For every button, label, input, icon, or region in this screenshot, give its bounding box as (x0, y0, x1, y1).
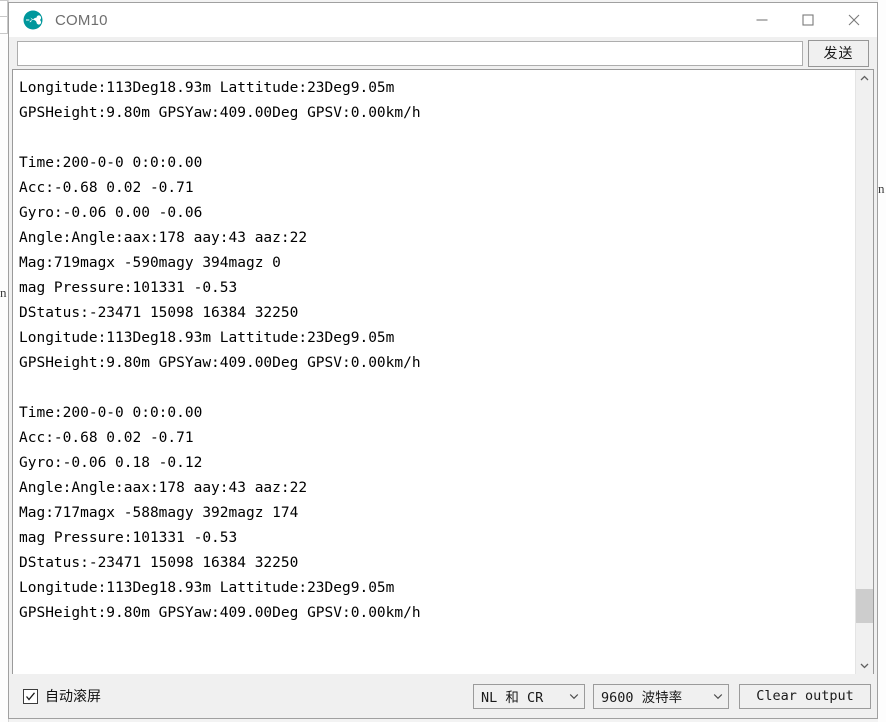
serial-monitor-window: COM10 发送 Longitude:113Deg18.93m Lattitud… (8, 2, 878, 719)
output-line: GPSHeight:9.80m GPSYaw:409.00Deg GPSV:0.… (19, 101, 855, 126)
background-edge-glyph-right: n (878, 182, 885, 195)
window-title: COM10 (55, 12, 108, 29)
window-controls (739, 3, 877, 37)
arduino-infinity-logo-icon (23, 10, 43, 30)
output-line: Gyro:-0.06 0.18 -0.12 (19, 451, 855, 476)
scrollbar-thumb[interactable] (856, 589, 873, 623)
output-line: GPSHeight:9.80m GPSYaw:409.00Deg GPSV:0.… (19, 601, 855, 626)
send-bar: 发送 (9, 37, 877, 69)
scroll-down-chevron-down-icon[interactable] (856, 657, 873, 674)
output-line: DStatus:-23471 15098 16384 32250 (19, 551, 855, 576)
line-ending-value: NL 和 CR (481, 686, 566, 706)
close-button[interactable] (831, 3, 877, 37)
clear-output-button[interactable]: Clear output (739, 684, 871, 709)
output-line: DStatus:-23471 15098 16384 32250 (19, 301, 855, 326)
autoscroll-checkbox[interactable] (23, 689, 38, 704)
scroll-up-chevron-up-icon[interactable] (856, 70, 873, 87)
chevron-down-icon (710, 691, 726, 701)
output-line: Mag:719magx -590magy 394magz 0 (19, 251, 855, 276)
output-line: mag Pressure:101331 -0.53 (19, 276, 855, 301)
serial-output-text[interactable]: Longitude:113Deg18.93m Lattitude:23Deg9.… (13, 70, 855, 674)
output-line: Mag:717magx -588magy 392magz 174 (19, 501, 855, 526)
title-bar[interactable]: COM10 (9, 3, 877, 37)
output-line: Time:200-0-0 0:0:0.00 (19, 151, 855, 176)
background-window-right (878, 0, 886, 722)
output-line (19, 126, 855, 151)
bottom-toolbar-right: NL 和 CR 9600 波特率 Clear output (465, 684, 871, 709)
baud-rate-value: 9600 波特率 (601, 686, 710, 706)
output-line: GPSHeight:9.80m GPSYaw:409.00Deg GPSV:0.… (19, 351, 855, 376)
check-icon (25, 691, 36, 702)
serial-output-area: Longitude:113Deg18.93m Lattitude:23Deg9.… (12, 69, 874, 674)
output-line: Longitude:113Deg18.93m Lattitude:23Deg9.… (19, 576, 855, 601)
output-line: Angle:Angle:aax:178 aay:43 aaz:22 (19, 476, 855, 501)
minimize-button[interactable] (739, 3, 785, 37)
output-line (19, 376, 855, 401)
output-line: Acc:-0.68 0.02 -0.71 (19, 426, 855, 451)
bottom-toolbar: 自动滚屏 NL 和 CR 9600 波特率 Clear output (9, 674, 877, 718)
output-line: Angle:Angle:aax:178 aay:43 aaz:22 (19, 226, 855, 251)
output-line: Acc:-0.68 0.02 -0.71 (19, 176, 855, 201)
output-line: mag Pressure:101331 -0.53 (19, 526, 855, 551)
send-input[interactable] (17, 41, 803, 66)
output-scrollbar[interactable] (855, 70, 873, 674)
output-line: Longitude:113Deg18.93m Lattitude:23Deg9.… (19, 326, 855, 351)
baud-rate-dropdown[interactable]: 9600 波特率 (593, 684, 729, 709)
output-line: Time:200-0-0 0:0:0.00 (19, 401, 855, 426)
background-window-top-left-2 (0, 16, 8, 34)
output-line: Gyro:-0.06 0.00 -0.06 (19, 201, 855, 226)
maximize-button[interactable] (785, 3, 831, 37)
output-line: Longitude:113Deg18.93m Lattitude:23Deg9.… (19, 76, 855, 101)
background-edge-glyph: n (0, 286, 7, 299)
autoscroll-label: 自动滚屏 (45, 686, 101, 706)
chevron-down-icon (566, 691, 582, 701)
line-ending-dropdown[interactable]: NL 和 CR (473, 684, 585, 709)
send-button[interactable]: 发送 (808, 40, 869, 67)
autoscroll-checkbox-group[interactable]: 自动滚屏 (23, 686, 101, 706)
